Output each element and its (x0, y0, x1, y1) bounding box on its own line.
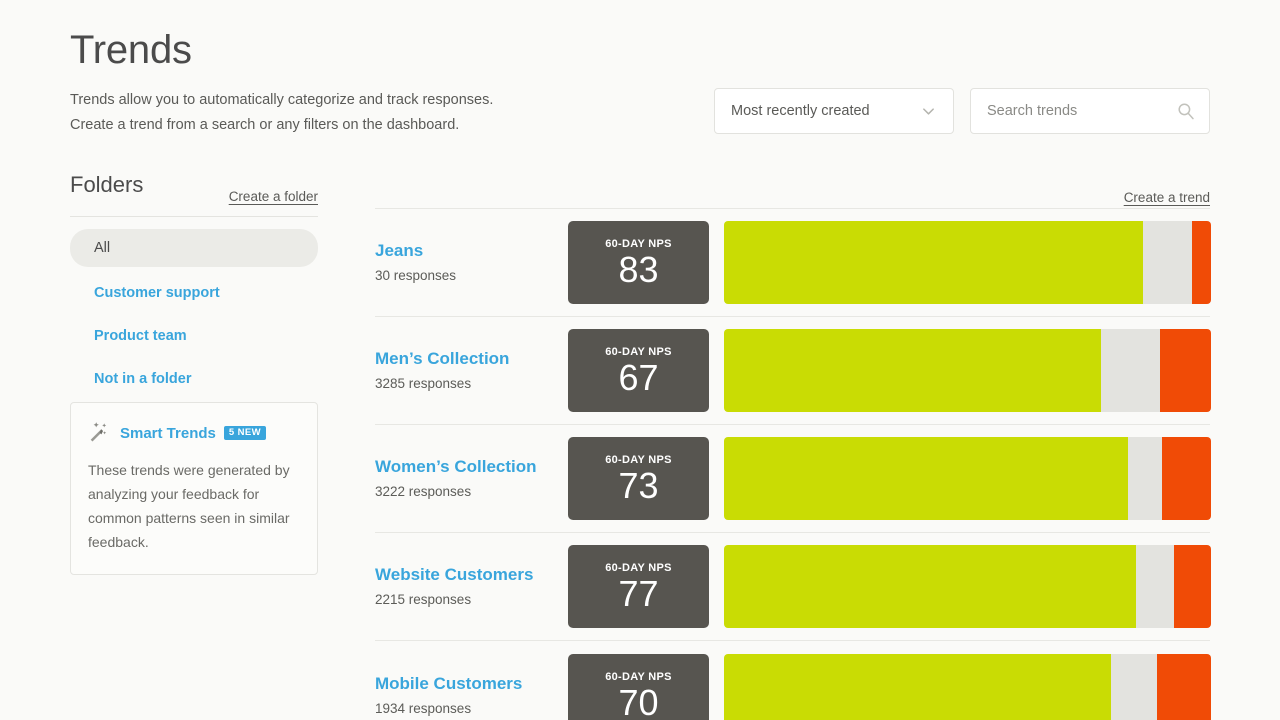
folders-sidebar: Folders Create a folder All Customer sup… (70, 172, 318, 405)
page-title: Trends (70, 26, 192, 74)
sidebar-item-customer-support[interactable]: Customer support (70, 276, 318, 310)
nps-distribution-bar[interactable] (724, 654, 1211, 720)
bar-segment-passive (1128, 437, 1162, 520)
folders-title: Folders (70, 172, 143, 198)
nps-score-box[interactable]: 60-DAY NPS 77 (568, 545, 709, 628)
bar-segment-detractor (1174, 545, 1211, 628)
create-folder-link[interactable]: Create a folder (229, 189, 318, 204)
sidebar-item-not-in-a-folder[interactable]: Not in a folder (70, 362, 318, 396)
status-badge: 5 NEW (224, 426, 266, 441)
nps-value: 67 (618, 359, 658, 397)
page-description: Trends allow you to automatically catego… (70, 88, 493, 138)
bar-segment-detractor (1157, 654, 1211, 720)
trend-response-count: 3222 responses (375, 483, 568, 501)
table-row[interactable]: Women’s Collection 3222 responses 60-DAY… (375, 425, 1210, 533)
smart-trends-description: These trends were generated by analyzing… (88, 458, 300, 554)
sort-dropdown-value: Most recently created (715, 103, 870, 119)
create-trend-link[interactable]: Create a trend (1124, 190, 1210, 205)
bar-segment-promoter (724, 329, 1101, 412)
trend-response-count: 30 responses (375, 267, 568, 285)
trend-info: Website Customers 2215 responses (375, 564, 568, 609)
table-row[interactable]: Men’s Collection 3285 responses 60-DAY N… (375, 317, 1210, 425)
nps-score-box[interactable]: 60-DAY NPS 73 (568, 437, 709, 520)
trends-list-header: Create a trend (375, 172, 1210, 208)
bar-segment-passive (1101, 329, 1159, 412)
trend-name-link[interactable]: Mobile Customers (375, 673, 568, 695)
trend-name-link[interactable]: Jeans (375, 240, 568, 262)
nps-value: 83 (618, 251, 658, 289)
bar-segment-promoter (724, 545, 1136, 628)
trends-page: Trends Trends allow you to automatically… (0, 0, 1280, 720)
sidebar-item-label: Product team (94, 328, 187, 344)
sidebar-item-label: All (94, 240, 110, 256)
trend-name-link[interactable]: Men’s Collection (375, 348, 568, 370)
folders-divider (70, 216, 318, 217)
page-description-line-1: Trends allow you to automatically catego… (70, 88, 493, 113)
trend-info: Women’s Collection 3222 responses (375, 456, 568, 501)
trend-response-count: 2215 responses (375, 591, 568, 609)
bar-segment-promoter (724, 437, 1128, 520)
table-row[interactable]: Jeans 30 responses 60-DAY NPS 83 (375, 209, 1210, 317)
table-row[interactable]: Website Customers 2215 responses 60-DAY … (375, 533, 1210, 641)
folder-list: All Customer support Product team Not in… (70, 229, 318, 396)
bar-segment-detractor (1160, 329, 1211, 412)
search-input[interactable] (971, 89, 1166, 133)
trends-list-panel: Create a trend Jeans 30 responses 60-DAY… (375, 172, 1210, 720)
trend-name-link[interactable]: Women’s Collection (375, 456, 568, 478)
nps-score-box[interactable]: 60-DAY NPS 67 (568, 329, 709, 412)
folders-header: Folders Create a folder (70, 172, 318, 208)
sidebar-item-product-team[interactable]: Product team (70, 319, 318, 353)
bar-segment-promoter (724, 654, 1111, 720)
search-trends-box[interactable] (970, 88, 1210, 134)
nps-distribution-bar[interactable] (724, 545, 1211, 628)
bar-segment-passive (1143, 221, 1192, 304)
bar-segment-passive (1111, 654, 1157, 720)
trend-info: Mobile Customers 1934 responses (375, 673, 568, 718)
sidebar-item-label: Customer support (94, 285, 220, 301)
sort-dropdown[interactable]: Most recently created (714, 88, 954, 134)
trend-info: Men’s Collection 3285 responses (375, 348, 568, 393)
page-description-line-2: Create a trend from a search or any filt… (70, 113, 493, 138)
smart-trends-title: Smart Trends (120, 425, 216, 442)
nps-score-box[interactable]: 60-DAY NPS 83 (568, 221, 709, 304)
sidebar-item-all[interactable]: All (70, 229, 318, 267)
sidebar-item-label: Not in a folder (94, 371, 191, 387)
table-row[interactable]: Mobile Customers 1934 responses 60-DAY N… (375, 641, 1210, 720)
magic-wand-icon (88, 421, 112, 445)
nps-score-box[interactable]: 60-DAY NPS 70 (568, 654, 709, 720)
nps-distribution-bar[interactable] (724, 437, 1211, 520)
trend-response-count: 3285 responses (375, 375, 568, 393)
chevron-down-icon (921, 104, 936, 119)
trend-info: Jeans 30 responses (375, 240, 568, 285)
nps-distribution-bar[interactable] (724, 221, 1211, 304)
trend-name-link[interactable]: Website Customers (375, 564, 568, 586)
smart-trends-card[interactable]: Smart Trends 5 NEW These trends were gen… (70, 402, 318, 575)
smart-trends-header: Smart Trends 5 NEW (88, 421, 300, 445)
bar-segment-promoter (724, 221, 1143, 304)
bar-segment-detractor (1192, 221, 1211, 304)
nps-label: 60-DAY NPS (605, 671, 672, 683)
trend-response-count: 1934 responses (375, 700, 568, 718)
nps-value: 70 (618, 684, 658, 720)
bar-segment-detractor (1162, 437, 1211, 520)
nps-value: 73 (618, 467, 658, 505)
search-icon[interactable] (1177, 102, 1195, 120)
header-controls: Most recently created (714, 88, 1210, 134)
nps-distribution-bar[interactable] (724, 329, 1211, 412)
bar-segment-passive (1136, 545, 1175, 628)
nps-value: 77 (618, 575, 658, 613)
